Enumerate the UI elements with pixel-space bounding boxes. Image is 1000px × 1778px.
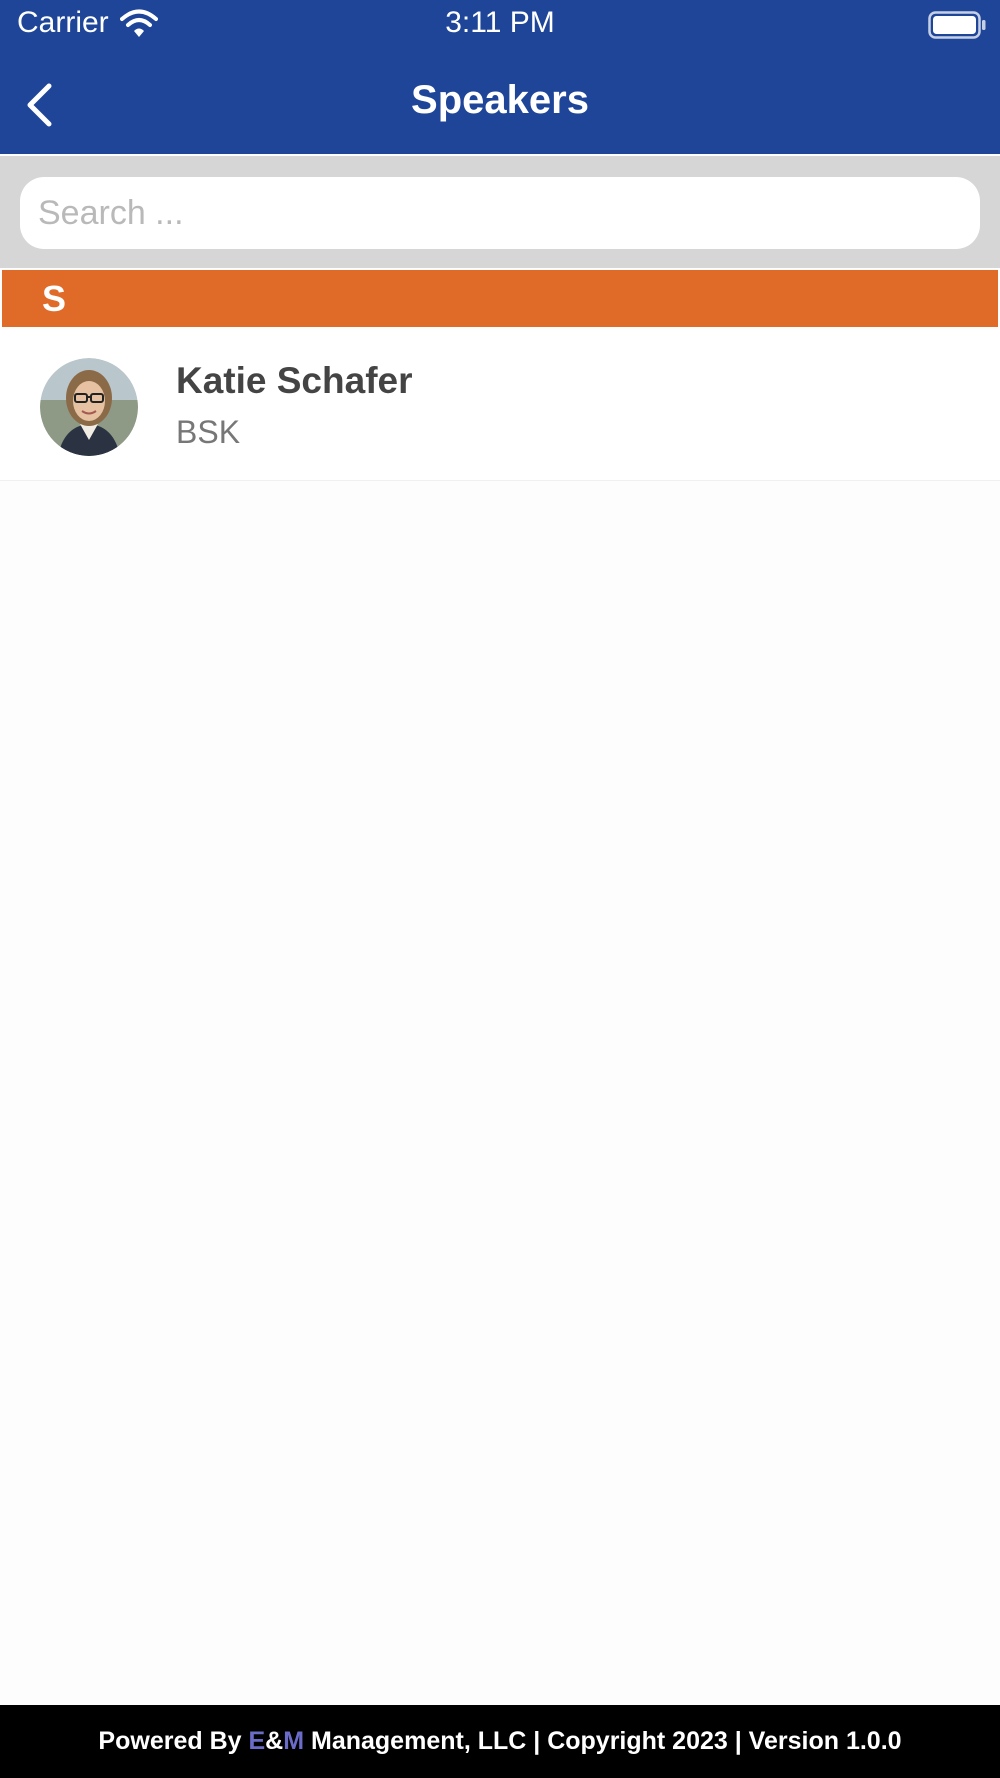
page-title: Speakers bbox=[411, 78, 589, 122]
footer-brand-e: E bbox=[248, 1727, 266, 1755]
footer: Powered By E&M Management, LLC | Copyrig… bbox=[0, 1705, 1000, 1778]
status-time: 3:11 PM bbox=[445, 6, 555, 39]
footer-prefix: Powered By bbox=[98, 1727, 249, 1755]
section-header: S bbox=[2, 270, 998, 327]
footer-brand-m: M bbox=[283, 1727, 305, 1755]
section-letter: S bbox=[42, 278, 67, 319]
search-bar bbox=[0, 156, 1000, 268]
avatar bbox=[40, 358, 138, 456]
battery-icon bbox=[928, 11, 986, 39]
speaker-organization: BSK bbox=[176, 414, 241, 450]
nav-header: Carrier 3:11 PM Speakers bbox=[0, 0, 1000, 154]
speaker-name: Katie Schafer bbox=[176, 360, 413, 401]
footer-brand-amp: & bbox=[265, 1727, 284, 1755]
search-input[interactable] bbox=[20, 177, 980, 249]
speaker-list-item[interactable]: Katie Schafer BSK bbox=[0, 330, 1000, 481]
footer-suffix: Management, LLC | Copyright 2023 | Versi… bbox=[304, 1727, 902, 1755]
